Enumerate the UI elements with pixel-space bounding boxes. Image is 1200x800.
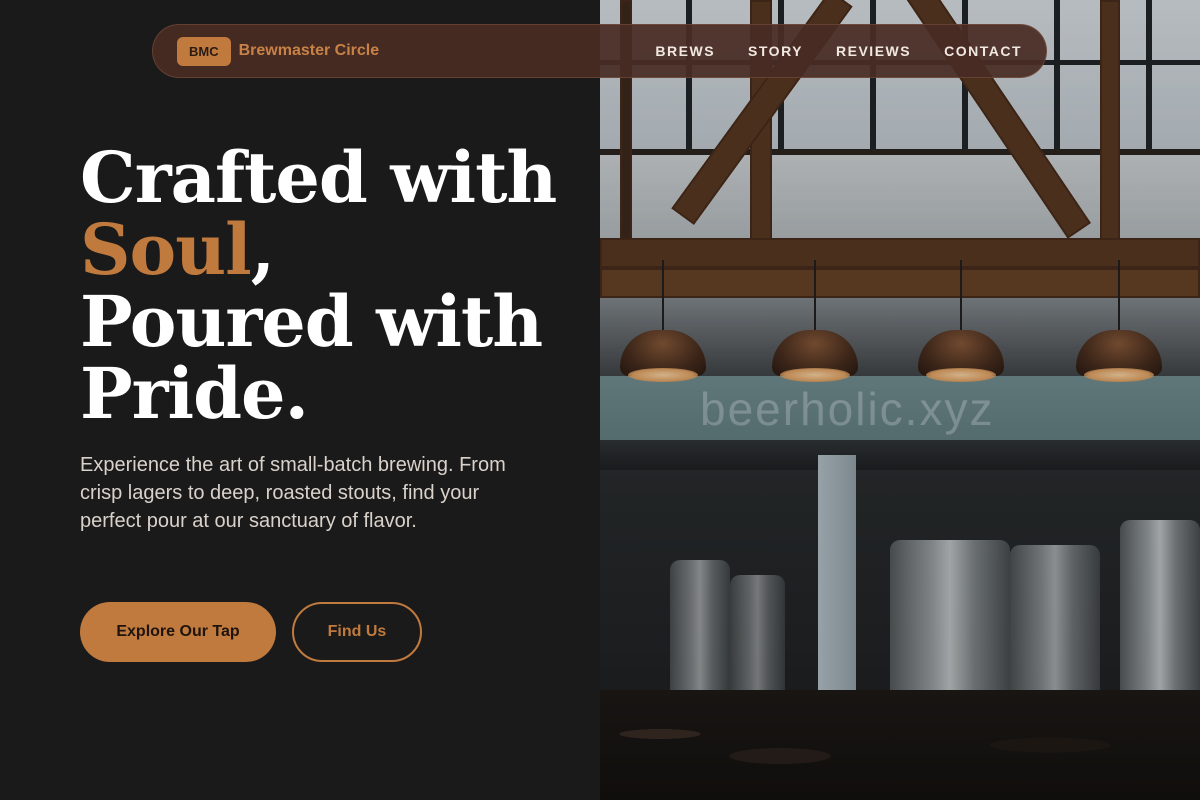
hero-title-line1: Crafted with bbox=[80, 136, 557, 219]
nav-links: BREWS STORY REVIEWS CONTACT bbox=[655, 43, 1022, 59]
hero-title-line4: Pride. bbox=[80, 352, 309, 435]
hero-title-line3: Poured with bbox=[80, 280, 543, 363]
explore-tap-button[interactable]: Explore Our Tap bbox=[80, 602, 276, 662]
hero-photo: beerholic.xyz bbox=[600, 0, 1200, 800]
top-navbar: BMC Brewmaster Circle BREWS STORY REVIEW… bbox=[152, 24, 1047, 78]
nav-link-story[interactable]: STORY bbox=[748, 43, 803, 59]
hero-title: Crafted with Soul, Poured with Pride. bbox=[80, 136, 557, 435]
brand-name: Brewmaster Circle bbox=[238, 42, 380, 59]
nav-link-brews[interactable]: BREWS bbox=[655, 43, 715, 59]
brand-badge: BMC bbox=[177, 36, 231, 66]
hero-description: Experience the art of small-batch brewin… bbox=[80, 454, 506, 532]
find-us-button[interactable]: Find Us bbox=[292, 602, 422, 662]
nav-link-contact[interactable]: CONTACT bbox=[944, 43, 1022, 59]
brand-logo[interactable]: BMC Brewmaster Circle bbox=[177, 36, 380, 66]
nav-link-reviews[interactable]: REVIEWS bbox=[836, 43, 911, 59]
photo-watermark: beerholic.xyz bbox=[700, 383, 995, 435]
hero-title-accent: Soul bbox=[80, 208, 252, 291]
